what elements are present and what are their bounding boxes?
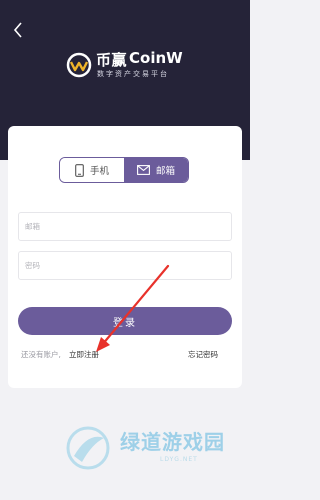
tab-email-label: 邮箱: [155, 166, 175, 177]
email-placeholder: 邮箱: [25, 222, 40, 231]
password-field[interactable]: 密码: [18, 251, 232, 280]
mail-icon: [137, 165, 150, 175]
tab-phone-label: 手机: [89, 166, 109, 177]
forgot-password-link[interactable]: 忘记密码: [188, 349, 218, 360]
register-link[interactable]: 立即注册: [69, 349, 99, 360]
no-account-text: 还没有账户,: [21, 350, 61, 359]
phone-icon: [75, 163, 84, 177]
email-field[interactable]: 邮箱: [18, 212, 232, 241]
brand-name-en: CoinW: [129, 49, 183, 67]
watermark-text-cn: 绿道游戏园: [120, 430, 225, 454]
tab-email[interactable]: 邮箱: [124, 158, 188, 182]
login-button[interactable]: 登录: [18, 307, 232, 335]
back-chevron-icon: [13, 22, 22, 38]
watermark-text-en: LDYG.NET: [160, 456, 198, 463]
password-placeholder: 密码: [25, 261, 40, 270]
brand-name-cn: 币赢: [96, 51, 128, 69]
coinw-logo-icon: [66, 52, 92, 78]
login-method-tabs: 手机 邮箱: [59, 157, 189, 183]
brand-tagline: 数字资产交易平台: [97, 70, 169, 78]
tab-phone[interactable]: 手机: [60, 158, 124, 182]
back-button[interactable]: [8, 18, 28, 42]
